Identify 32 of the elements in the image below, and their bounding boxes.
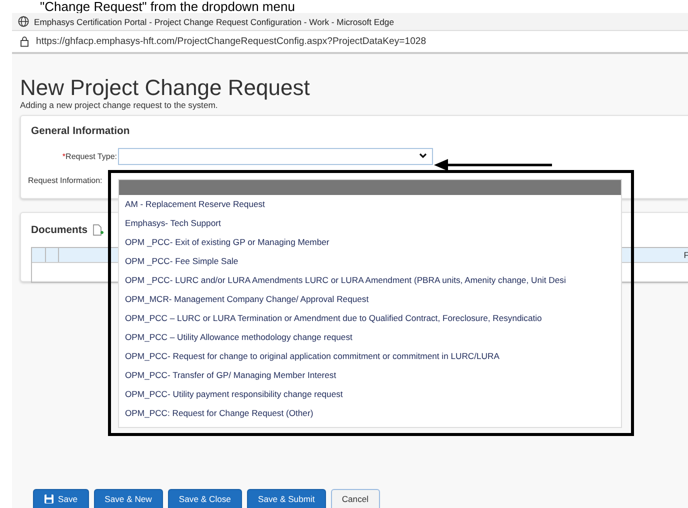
page-title: New Project Change Request	[20, 76, 311, 100]
action-button[interactable]: Cancel	[330, 489, 380, 508]
lock-icon	[20, 36, 29, 47]
dropdown-option[interactable]: AM - Replacement Reserve Request	[119, 195, 621, 214]
dropdown-option[interactable]: OPM _PCC- LURC and/or LURA Amendments LURC or LURA Amendment (PBRA units, Amenity change, Unit Desi	[119, 271, 621, 290]
field-label: Request Information:	[28, 176, 102, 184]
request-type-select[interactable]	[118, 148, 433, 164]
dropdown-option[interactable]: OPM_PCC – LURC or LURA Termination or Amendment due to Qualified Contract, Foreclosure, Resyndicatio	[119, 309, 621, 328]
save-button[interactable]: Save	[33, 489, 89, 508]
dropdown-option[interactable]: OPM_PCC- Transfer of GP/ Managing Member Interest	[119, 366, 621, 385]
section-title: General Information	[31, 126, 131, 137]
action-button[interactable]: Save & Close	[168, 489, 242, 508]
highlighted-option[interactable]	[119, 180, 621, 195]
action-button[interactable]: Save & New	[94, 489, 163, 508]
caption-text: "Change Request" from the dropdown menu	[40, 0, 295, 13]
field-label: *Request Type:	[61, 152, 117, 160]
page-subtitle: Adding a new project change request to the system.	[20, 100, 219, 110]
globe-icon	[18, 16, 29, 27]
dropdown-option[interactable]: OPM_PCC – Utility Allowance methodology change request	[119, 328, 621, 347]
dropdown-option[interactable]: OPM_PCC- Utility payment responsibility change request	[119, 385, 621, 404]
action-button[interactable]: Save & Submit	[246, 489, 326, 508]
dropdown-option[interactable]: Emphasys- Tech Support	[119, 214, 621, 233]
dropdown-option[interactable]: OPM_PCC: Request for Change Request (Other)	[119, 404, 621, 423]
dropdown-option[interactable]: OPM _PCC- Fee Simple Sale	[119, 252, 621, 271]
dropdown-option[interactable]: OPM_PCC- Request for change to original application commitment or commitment in LURC/LURA	[119, 347, 621, 366]
section-title: Documents	[31, 224, 88, 236]
dropdown-option[interactable]: OPM_MCR- Management Company Change/ Approval Request	[119, 290, 621, 309]
dropdown-option[interactable]: OPM _PCC- Exit of existing GP or Managing Member	[119, 233, 621, 252]
url-text[interactable]: https://ghfacp.emphasys-hft.com/ProjectChangeRequestConfig.aspx?ProjectDataKey=1028	[36, 36, 426, 47]
window-title: Emphasys Certification Portal - Project Change Request Configuration - Work - Microsoft Edge	[34, 16, 394, 26]
chevron-down-icon	[419, 153, 427, 159]
add-document-icon	[92, 224, 104, 236]
